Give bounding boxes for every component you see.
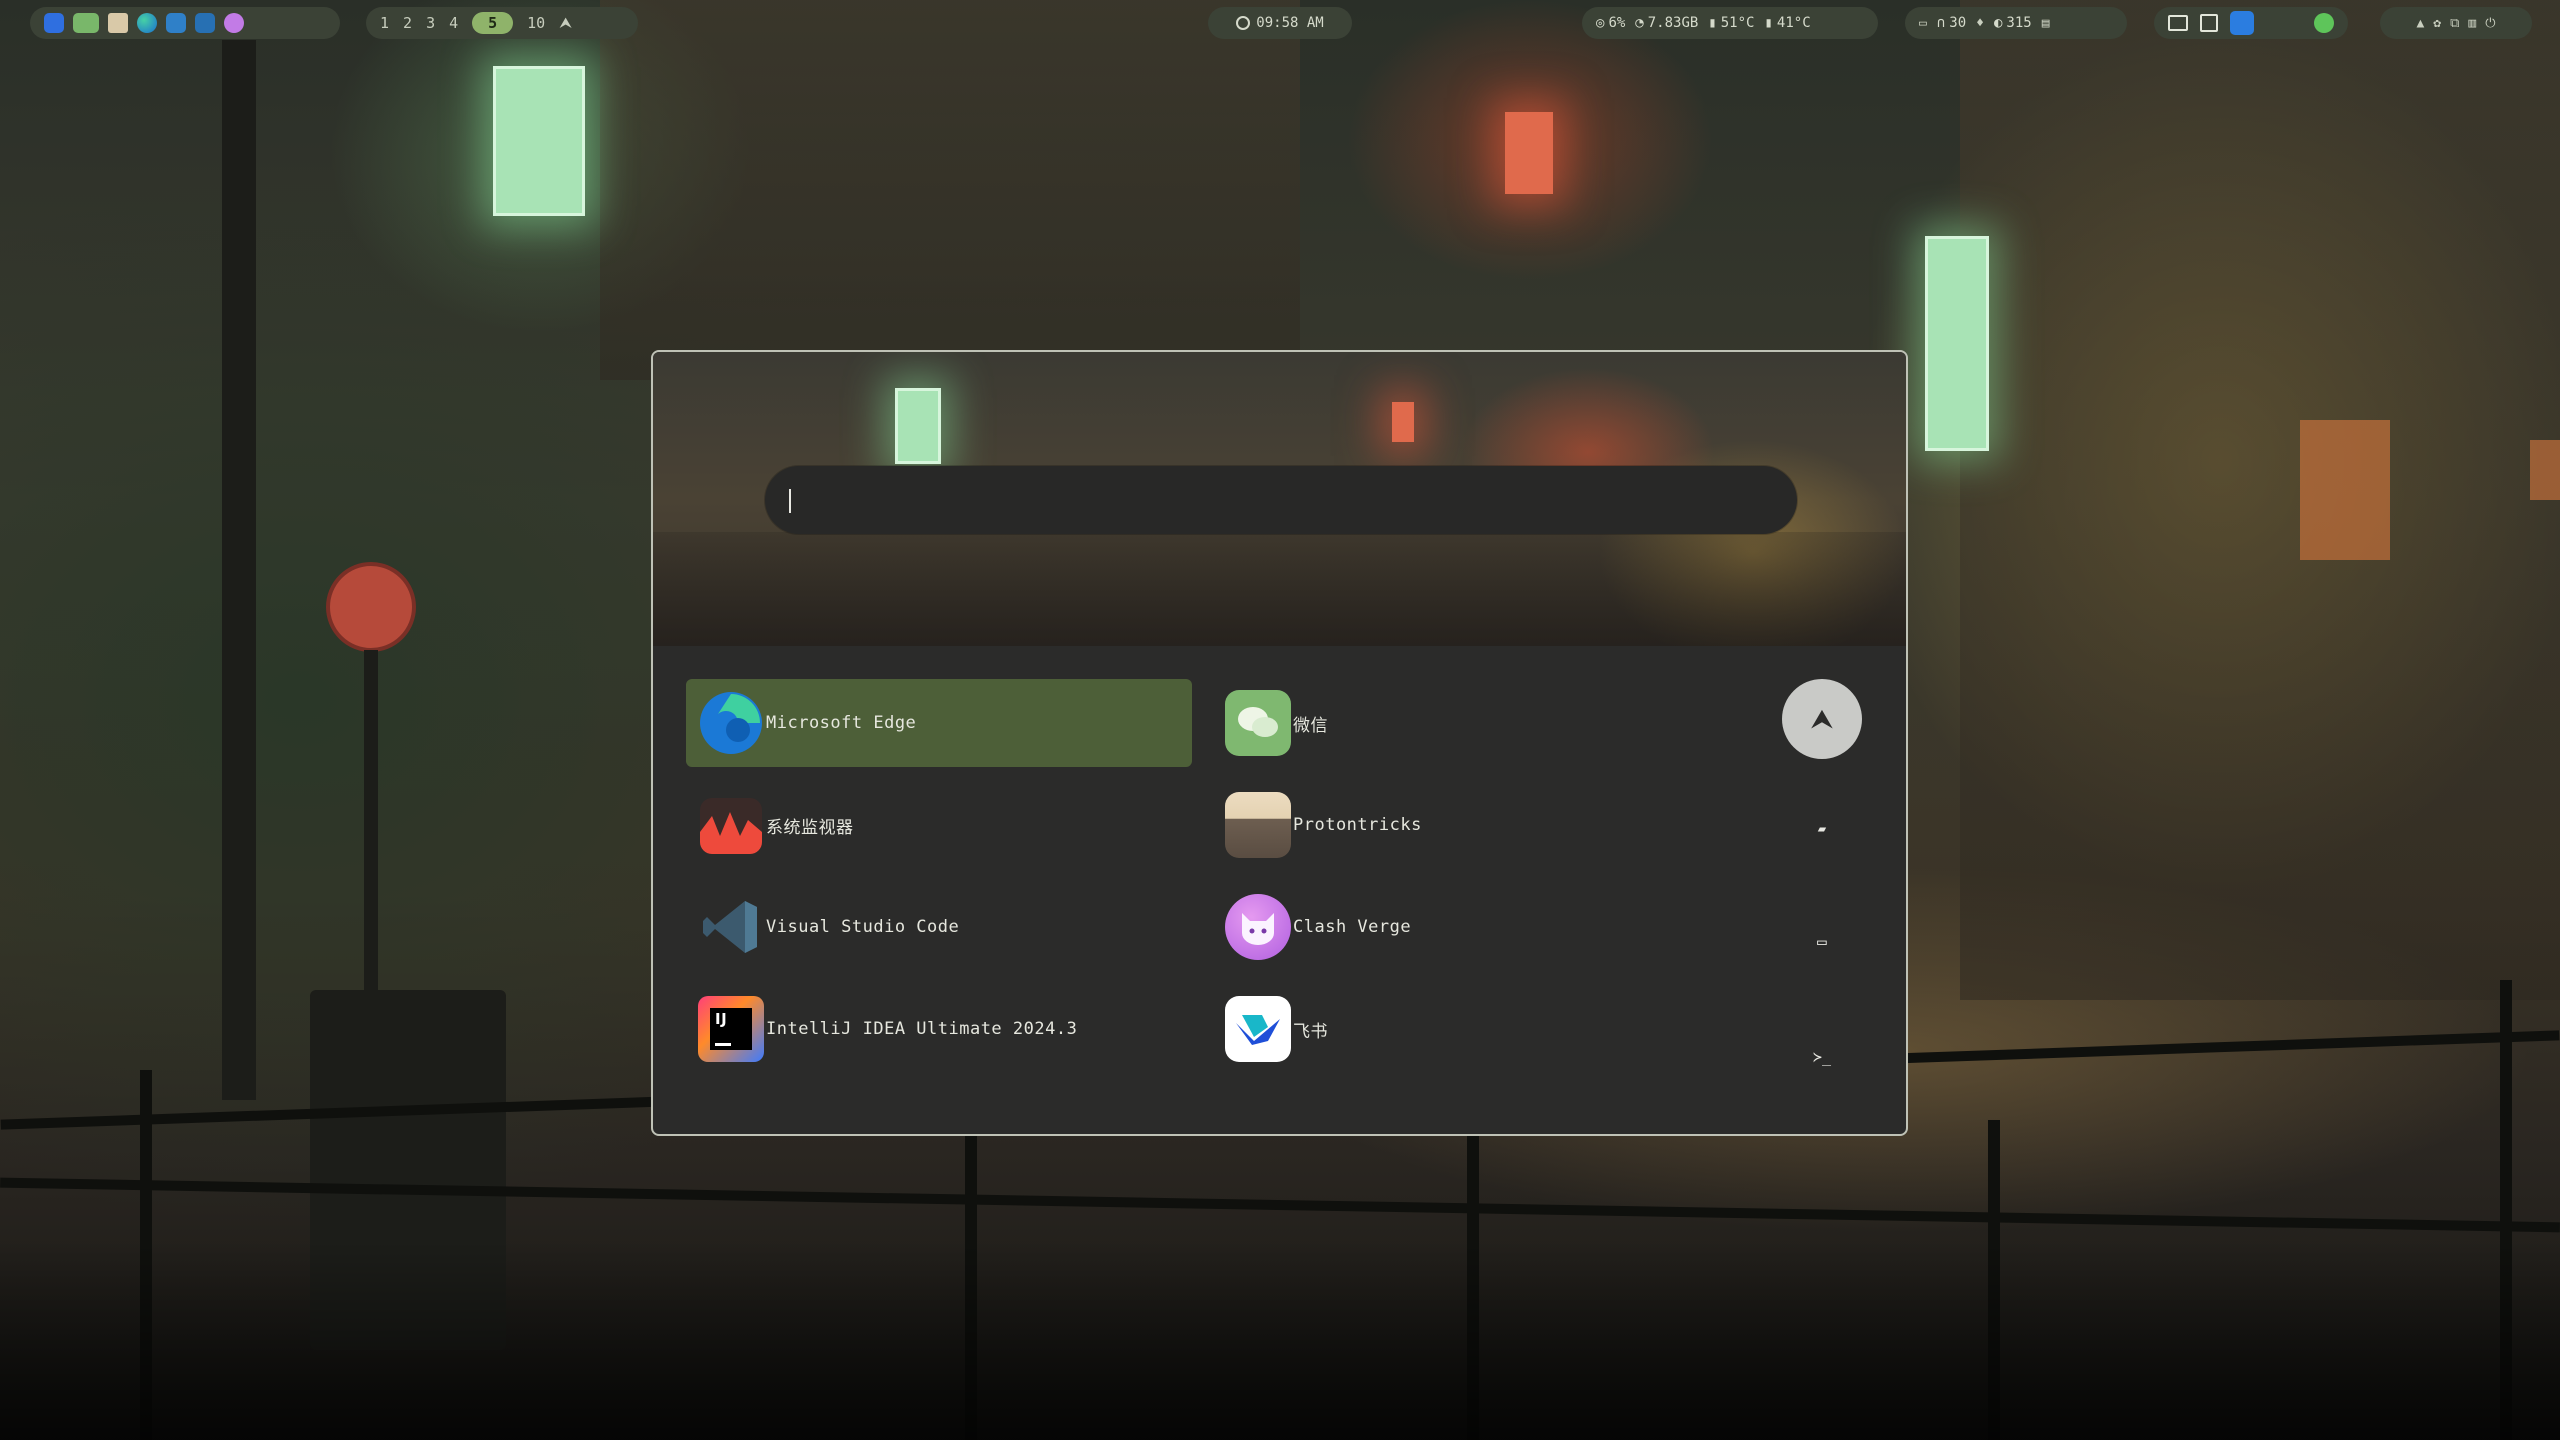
cpu-value: 6% [1608,15,1626,31]
app-item-intellij-idea[interactable]: IJ IntelliJ IDEA Ultimate 2024.3 [686,985,1192,1073]
media-controls: ▭ ∩ 30 ♦ ◐ 315 ▤ [1905,7,2127,39]
app-label: Clash Verge [1293,917,1412,937]
workspace-switcher: 1 2 3 4 5 10 ⮝ [366,7,638,39]
vscode-tray-icon[interactable] [166,13,186,33]
session-controls: ▲ ✿ ⧉ ▥ ⏻ [2380,7,2532,39]
cpu-icon: ◎ [1596,15,1605,31]
wechat-icon [1225,690,1291,756]
gpu-temp-value: 41°C [1776,15,1811,31]
app-label: IntelliJ IDEA Ultimate 2024.3 [766,1019,1078,1039]
cat-tray-icon[interactable] [108,13,128,33]
building-left [600,0,1300,380]
lantern-sign [1505,112,1553,194]
app-item-wechat[interactable]: 微信 [1213,679,1719,767]
cpu-temp-stat[interactable]: ▮ 51°C [1708,15,1754,31]
clock-time: 09:58 AM [1256,15,1324,31]
headphones-icon: ∩ [1936,15,1946,31]
building-silhouette [653,532,1906,646]
clock-widget[interactable]: 09:58 AM [1208,7,1352,39]
power-icon[interactable]: ⏻ [2485,16,2495,31]
intellij-icon: IJ [698,996,764,1062]
clock-icon [1236,16,1251,30]
road-sign [326,562,416,652]
vscode-icon [698,894,764,960]
cpu-stat[interactable]: ◎ 6% [1596,15,1625,31]
screen-icon[interactable]: ▭ [1919,16,1927,31]
feishu-tray-icon[interactable] [44,13,64,33]
memory-value: 7.83GB [1647,15,1699,31]
brightness-value: 315 [2006,15,2032,31]
utility-pole [222,40,256,1100]
edge-tray-icon[interactable] [137,13,157,33]
foreground-shadow [0,1240,2560,1440]
clash-verge-icon [1225,894,1291,960]
system-monitor-icon [698,792,764,858]
clash-status-icon[interactable] [2314,13,2334,33]
clipboard-icon[interactable]: ▥ [2468,16,2476,31]
palette-icon[interactable]: ✿ [2433,16,2441,31]
workspace-10[interactable]: 10 [527,14,545,32]
app-label: Visual Studio Code [766,917,960,937]
workspace-2[interactable]: 2 [403,14,412,32]
app-label: 系统监视器 [766,817,854,838]
folder-mode-button[interactable]: ▰ [1802,814,1842,844]
workspace-4[interactable]: 4 [449,14,458,32]
thermometer-icon: ▮ [1708,15,1717,31]
app-item-microsoft-edge[interactable]: Microsoft Edge [686,679,1192,767]
intellij-glyph: IJ [710,1008,752,1050]
app-label: 飞书 [1293,1021,1328,1042]
monitor-tray-icon[interactable] [2168,15,2188,31]
edge-icon [698,690,764,756]
app-item-feishu[interactable]: 飞书 [1213,985,1719,1073]
neon-sign [895,388,941,464]
terminal-mode-button[interactable]: ≻_ [1802,1042,1842,1072]
building-window [2300,420,2390,560]
wechat-tray-icon[interactable] [73,13,99,33]
system-stats: ◎ 6% ◔ 7.83GB ▮ 51°C ▮ 41°C [1582,7,1878,39]
notification-icon[interactable]: ▲ [2416,16,2424,31]
workspace-1[interactable]: 1 [380,14,389,32]
brightness-icon: ◐ [1993,15,2003,31]
brightness-stat[interactable]: ◐ 315 [1994,15,2032,31]
tray-icons [2154,7,2348,39]
memory-icon: ◔ [1635,15,1644,31]
neon-sign [493,66,585,216]
apps-mode-button[interactable]: ⮝ [1782,679,1862,759]
search-input[interactable] [765,466,1797,534]
app-item-system-monitor[interactable]: 系统监视器 [686,781,1192,869]
screenshot-icon[interactable]: ⧉ [2450,16,2459,31]
cpu-temp-value: 51°C [1720,15,1755,31]
app-label: 微信 [1293,715,1328,736]
memory-stat[interactable]: ◔ 7.83GB [1635,15,1698,31]
keyboard-icon[interactable]: ▤ [2042,16,2050,31]
grid-tray-icon[interactable] [2200,14,2218,32]
workspace-5-active[interactable]: 5 [472,12,514,34]
app-item-clash-verge[interactable]: Clash Verge [1213,883,1719,971]
volume-value: 30 [1949,15,1967,31]
taskbar-apps [30,7,340,39]
building-window [2530,440,2560,500]
mic-icon[interactable]: ♦ [1976,16,1984,31]
protontricks-icon [1225,792,1291,858]
app-item-visual-studio-code[interactable]: Visual Studio Code [686,883,1192,971]
sync-tray-icon[interactable] [2230,11,2254,35]
feishu-icon [1225,996,1291,1062]
app-label: Microsoft Edge [766,713,917,733]
gpu-temp-stat[interactable]: ▮ 41°C [1764,15,1810,31]
workspace-3[interactable]: 3 [426,14,435,32]
neon-sign [1925,236,1989,451]
app-launcher: Microsoft Edge 微信 系统监视器 Protontricks Vis… [651,350,1908,1136]
building-right [1960,0,2560,1000]
arch-logo-icon[interactable]: ⮝ [559,14,572,32]
thermometer-icon: ▮ [1764,15,1773,31]
vscode-tray-icon[interactable] [195,13,215,33]
volume-stat[interactable]: ∩ 30 [1937,15,1966,31]
app-label: Protontricks [1293,815,1422,835]
text-caret [789,489,791,513]
launcher-header [653,352,1906,646]
app-item-protontricks[interactable]: Protontricks [1213,781,1719,869]
window-mode-button[interactable]: ▭ [1802,926,1842,956]
lantern-sign [1392,402,1414,442]
clash-tray-icon[interactable] [224,13,244,33]
